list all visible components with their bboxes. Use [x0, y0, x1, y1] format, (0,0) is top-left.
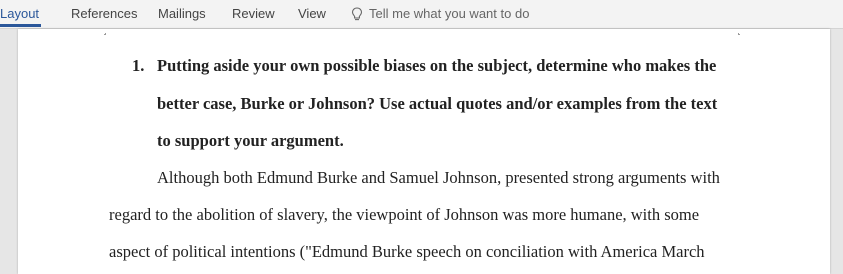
lightbulb-icon	[351, 7, 363, 21]
paragraph-line-1: Although both Edmund Burke and Samuel Jo…	[157, 168, 720, 187]
question-line-3: to support your argument.	[157, 131, 344, 150]
ribbon-tabs-bar: Layout References Mailings Review View T…	[0, 0, 843, 29]
tab-mailings[interactable]: Mailings	[158, 0, 206, 27]
question-line-1: Putting aside your own possible biases o…	[157, 56, 717, 75]
tab-review[interactable]: Review	[232, 0, 275, 27]
tab-references[interactable]: References	[71, 0, 137, 27]
tab-layout[interactable]: Layout	[0, 0, 42, 27]
paragraph-line-2: regard to the abolition of slavery, the …	[109, 205, 700, 224]
question-line-2: better case, Burke or Johnson? Use actua…	[157, 94, 718, 113]
document-page[interactable]: 1. Putting aside your own possible biase…	[18, 29, 830, 274]
paragraph-line-3: aspect of political intentions ("Edmund …	[109, 242, 705, 261]
tab-view[interactable]: View	[298, 0, 326, 27]
list-number: 1.	[132, 56, 145, 75]
margin-marker-right	[738, 33, 740, 35]
tell-me-placeholder: Tell me what you want to do	[369, 6, 530, 21]
margin-marker-left	[104, 33, 106, 35]
